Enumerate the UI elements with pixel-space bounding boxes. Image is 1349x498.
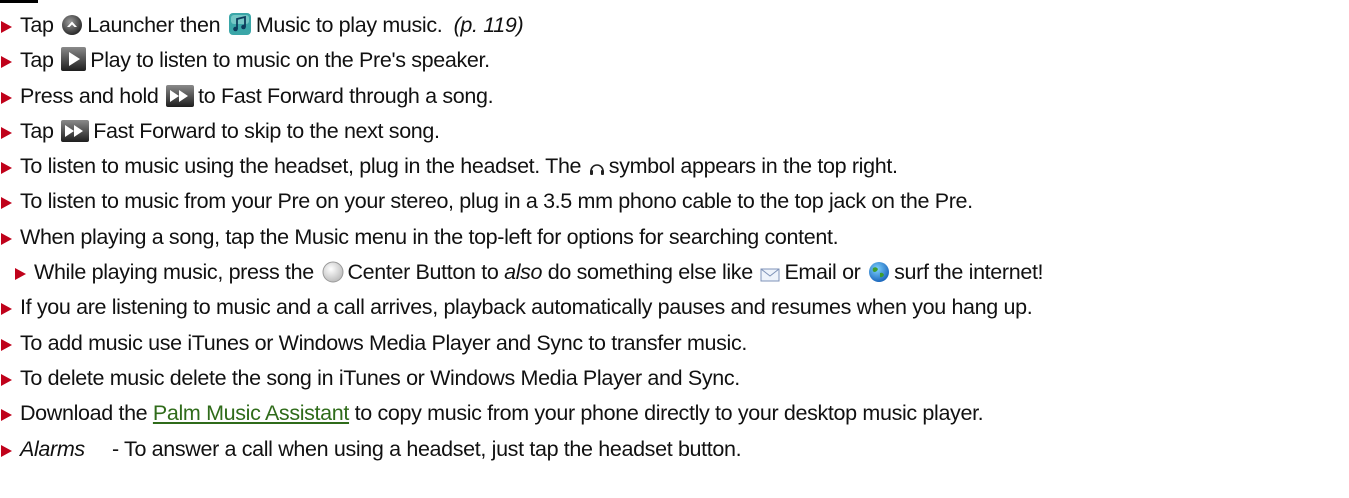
list-item: Tap Play to listen to music on the Pre's… (0, 43, 1349, 78)
list-item: To listen to music from your Pre on your… (0, 184, 1349, 219)
bullet-icon (1, 21, 12, 33)
bullet-icon (1, 373, 12, 386)
bullet-icon (1, 409, 12, 422)
center-button-icon (322, 261, 343, 283)
list-item: To listen to music using the headset, pl… (0, 149, 1349, 184)
list-item: Press and hold to Fast Forward through a… (0, 79, 1349, 114)
bullet-icon (1, 56, 12, 69)
bullet-icon (1, 444, 12, 457)
bullet-icon (15, 268, 26, 281)
list-item: Download the Palm Music Assistant to cop… (0, 396, 1349, 431)
bullet-icon (1, 338, 12, 351)
web-globe-icon (869, 262, 890, 283)
list-item: While playing music, press the Center Bu… (0, 255, 1349, 290)
list-item: Tap Fast Forward to skip to the next son… (0, 114, 1349, 149)
list-item: To add music use iTunes or Windows Media… (0, 326, 1349, 361)
list-item: To delete music delete the song in iTune… (0, 361, 1349, 396)
fast-forward-icon (61, 119, 90, 142)
music-tips-list: Tap Launcher then Music to play music. (… (0, 8, 1349, 467)
launcher-icon (62, 15, 83, 35)
list-item: If you are listening to music and a call… (0, 290, 1349, 325)
list-item: Alarms - To answer a call when using a he… (0, 432, 1349, 467)
list-item: Tap Launcher then Music to play music. (… (0, 8, 1349, 43)
top-left-rule (0, 0, 38, 3)
palm-music-assistant-link[interactable]: Palm Music Assistant (153, 401, 349, 425)
email-icon (760, 268, 780, 282)
bullet-icon (1, 232, 12, 245)
music-app-icon (228, 13, 251, 35)
bullet-icon (1, 126, 12, 139)
bullet-icon (1, 303, 12, 316)
play-icon (61, 47, 87, 72)
list-item: When playing a song, tap the Music menu … (0, 220, 1349, 255)
bullet-icon (1, 162, 12, 175)
bullet-icon (1, 197, 12, 210)
headphones-icon (589, 164, 604, 176)
bullet-icon (1, 91, 12, 104)
fast-forward-icon (166, 84, 195, 107)
